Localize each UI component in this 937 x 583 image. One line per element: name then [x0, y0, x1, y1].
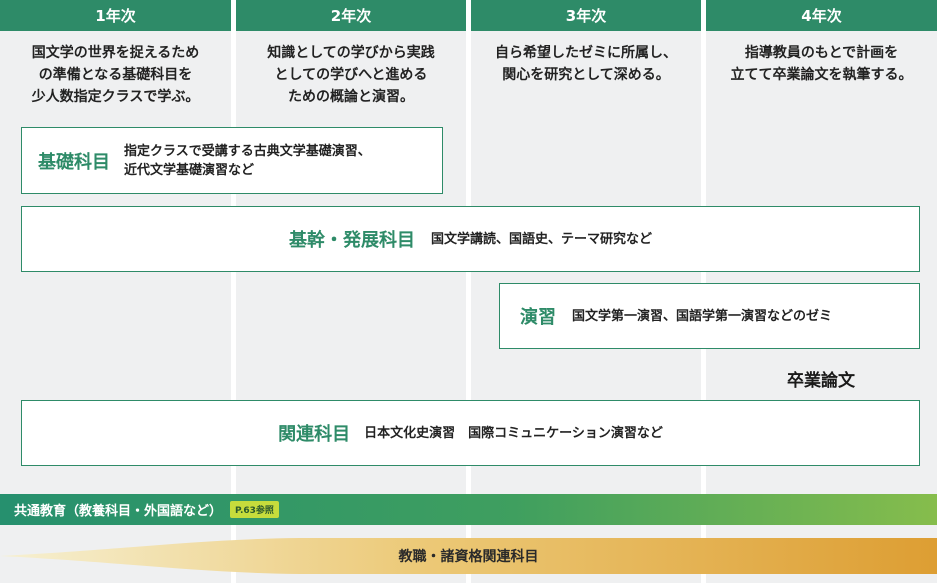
seminar-course-title: 演習 — [520, 307, 556, 328]
basic-course-title: 基礎科目 — [38, 151, 110, 173]
page-reference-badge: P.63参照 — [230, 501, 279, 518]
general-education-bar: 共通教育（教養科目・外国語など） P.63参照 — [0, 494, 937, 525]
year-description-line: 知識としての学びから実践 — [267, 45, 435, 61]
core-course-title: 基幹・発展科目 — [288, 230, 415, 251]
year-description-line: 少人数指定クラスで学ぶ。 — [31, 89, 200, 105]
seminar-course-box: 演習 国文学第一演習、国語学第一演習などのゼミ — [499, 283, 920, 349]
related-course-title: 関連科目 — [278, 424, 351, 445]
graduation-thesis-label: 卒業論文 — [787, 371, 855, 391]
related-course-description: 日本文化史演習 国際コミュニケーション演習など — [364, 425, 663, 441]
year-description-line: 自ら希望したゼミに所属し、 — [495, 45, 677, 61]
year-description-3: 自ら希望したゼミに所属し、 関心を研究として深める。 — [471, 42, 701, 86]
basic-course-description: 指定クラスで受講する古典文学基礎演習、 近代文学基礎演習など — [124, 142, 371, 180]
year-header-3: 3年次 — [471, 0, 701, 31]
year-description-1: 国文学の世界を捉えるため の準備となる基礎科目を 少人数指定クラスで学ぶ。 — [0, 42, 231, 108]
related-course-box: 関連科目 日本文化史演習 国際コミュニケーション演習など — [21, 400, 920, 466]
year-description-4: 指導教員のもとで計画を 立てて卒業論文を執筆する。 — [706, 42, 937, 86]
year-description-line: ための概論と演習。 — [288, 89, 414, 105]
core-course-box: 基幹・発展科目 国文学講読、国語史、テーマ研究など — [21, 206, 920, 272]
teacher-certification-label: 教職・諸資格関連科目 — [398, 549, 539, 565]
year-description-line: 国文学の世界を捉えるため — [31, 45, 200, 61]
year-description-line: 立てて卒業論文を執筆する。 — [730, 67, 913, 83]
year-description-line: 関心を研究として深める。 — [502, 67, 670, 83]
year-header-4: 4年次 — [706, 0, 937, 31]
year-description-line: としての学びへと進める — [274, 67, 428, 83]
basic-course-desc-line: 指定クラスで受講する古典文学基礎演習、 — [124, 143, 371, 159]
year-header-2: 2年次 — [236, 0, 466, 31]
year-description-line: の準備となる基礎科目を — [38, 67, 193, 83]
year-header-1: 1年次 — [0, 0, 231, 31]
general-education-label: 共通教育（教養科目・外国語など） — [14, 504, 223, 519]
basic-course-box: 基礎科目 指定クラスで受講する古典文学基礎演習、 近代文学基礎演習など — [21, 127, 443, 194]
core-course-description: 国文学講読、国語史、テーマ研究など — [430, 231, 652, 247]
year-description-line: 指導教員のもとで計画を — [744, 45, 899, 61]
year-description-2: 知識としての学びから実践 としての学びへと進める ための概論と演習。 — [236, 42, 466, 108]
basic-course-desc-line: 近代文学基礎演習など — [124, 162, 255, 178]
seminar-course-description: 国文学第一演習、国語学第一演習などのゼミ — [572, 308, 833, 324]
